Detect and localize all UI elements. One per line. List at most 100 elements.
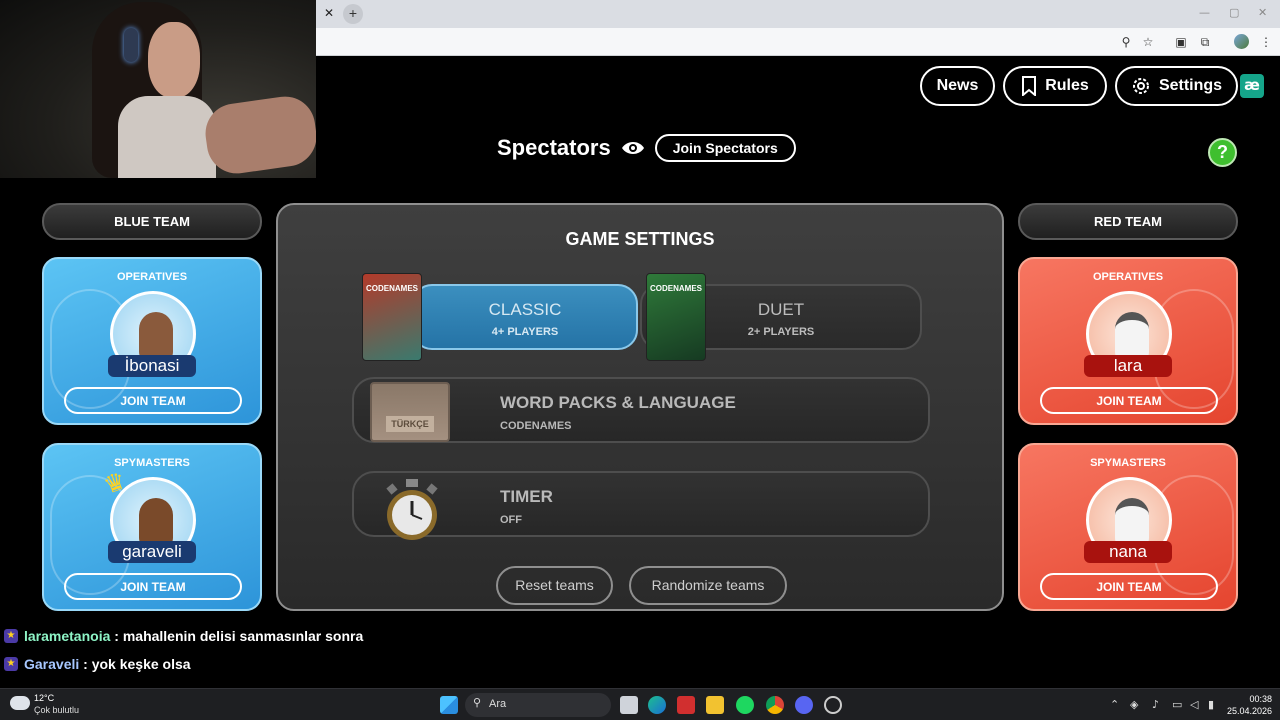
clock-time[interactable]: 00:38 <box>1232 694 1272 704</box>
browser-menu-icon[interactable]: ⋮ <box>1258 34 1274 50</box>
chat-text: mahallenin delisi sanmasınlar sonra <box>122 628 364 644</box>
chat-separator: : <box>110 628 123 644</box>
chat-message: ★ larametanoia : mahallenin delisi sanma… <box>4 627 363 645</box>
red-operatives-card: OPERATIVES lara JOIN TEAM <box>1018 257 1238 425</box>
join-team-button[interactable]: JOIN TEAM <box>64 387 242 414</box>
webcam-person-arm <box>201 92 316 178</box>
card-title: SPYMASTERS <box>114 457 190 469</box>
stopwatch-icon <box>386 479 438 540</box>
site-logo[interactable]: æ <box>1240 74 1264 98</box>
search-placeholder: Ara <box>489 698 507 710</box>
browser-tab-strip <box>316 0 1280 28</box>
chat-text: yok keşke olsa <box>91 656 191 672</box>
webcam-person-body <box>118 96 216 178</box>
extensions-icon[interactable]: ⧉ <box>1197 34 1213 50</box>
mode-players: 4+ PLAYERS <box>491 326 559 338</box>
settings-button[interactable]: Settings <box>1115 66 1238 106</box>
classic-box-art: CODENAMES <box>362 273 422 361</box>
chat-username: Garaveli <box>24 656 80 672</box>
search-icon: ⚲ <box>473 696 482 709</box>
reset-teams-button[interactable]: Reset teams <box>496 566 613 605</box>
app-p-icon[interactable] <box>677 696 695 714</box>
bookmark-icon <box>1022 76 1037 96</box>
eye-icon <box>621 142 644 154</box>
join-team-button[interactable]: JOIN TEAM <box>64 573 242 600</box>
card-title: SPYMASTERS <box>1090 457 1166 469</box>
red-spymasters-card: SPYMASTERS nana JOIN TEAM <box>1018 443 1238 611</box>
microphone-icon[interactable]: ♪ <box>1152 698 1159 711</box>
minimize-icon[interactable]: — <box>1199 6 1210 19</box>
join-team-button[interactable]: JOIN TEAM <box>1040 573 1218 600</box>
webcam-person-face <box>148 22 200 98</box>
help-icon[interactable]: ? <box>1208 138 1237 167</box>
bookmark-star-icon[interactable]: ☆ <box>1140 34 1156 50</box>
game-settings-title: GAME SETTINGS <box>565 229 715 249</box>
chat-separator: : <box>79 656 92 672</box>
edge-browser-icon[interactable] <box>648 696 666 714</box>
file-explorer-icon[interactable] <box>706 696 724 714</box>
chrome-icon[interactable] <box>766 696 784 714</box>
weather-condition: Çok bulutlu <box>34 705 80 715</box>
join-spectators-button[interactable]: Join Spectators <box>654 134 796 162</box>
battery-icon[interactable]: ▮ <box>1208 698 1214 711</box>
mode-name: CLASSIC <box>488 300 562 319</box>
windows-taskbar: 12°C Çok bulutlu ⚲ Ara ⌃ ◈ ♪ ▭ ◁ ▮ 00:38… <box>0 688 1280 720</box>
gear-icon <box>1132 78 1149 94</box>
blue-team-header: BLUE TEAM <box>42 203 262 240</box>
network-icon[interactable]: ▭ <box>1172 698 1182 711</box>
rules-button[interactable]: Rules <box>1003 66 1107 106</box>
spectators-title: Spectators <box>497 135 611 160</box>
zoom-icon[interactable]: ⚲ <box>1118 34 1134 50</box>
player-name: nana <box>1084 541 1172 563</box>
reader-icon[interactable]: ▣ <box>1173 34 1189 50</box>
classic-mode-button[interactable]: CLASSIC 4+ PLAYERS <box>412 284 638 350</box>
chat-username: larametanoia <box>24 628 111 644</box>
news-label: News <box>936 77 979 94</box>
discord-icon[interactable] <box>795 696 813 714</box>
clock-date[interactable]: 25.04.2026 <box>1222 706 1272 716</box>
player-name: lara <box>1084 355 1172 377</box>
window-close-icon[interactable]: ✕ <box>1258 6 1267 19</box>
spotify-icon[interactable] <box>736 696 754 714</box>
timer-value: OFF <box>500 514 522 526</box>
randomize-teams-button[interactable]: Randomize teams <box>629 566 787 605</box>
duet-box-art: CODENAMES <box>646 273 706 361</box>
red-team-header: RED TEAM <box>1018 203 1238 240</box>
weather-temperature: 12°C <box>34 693 55 703</box>
language-box-label: TÜRKÇE <box>386 416 434 432</box>
steam-icon[interactable]: ◈ <box>1130 698 1138 711</box>
box-title: CODENAMES <box>365 284 418 293</box>
tab-close-icon[interactable]: ✕ <box>320 4 338 22</box>
player-name: garaveli <box>108 541 196 563</box>
timer-button[interactable]: TIMER OFF <box>352 471 930 540</box>
game-settings-panel: GAME SETTINGS CLASSIC 4+ PLAYERS CODENAM… <box>276 203 1004 611</box>
windows-start-icon[interactable] <box>440 696 458 714</box>
word-packs-button[interactable]: TÜRKÇE WORD PACKS & LANGUAGE CODENAMES <box>352 377 930 443</box>
taskbar-search[interactable]: ⚲ Ara <box>465 693 611 717</box>
blue-spymasters-card: SPYMASTERS ♛ garaveli JOIN TEAM <box>42 443 262 611</box>
language-box-icon: TÜRKÇE <box>370 382 450 442</box>
timer-title: TIMER <box>500 487 553 506</box>
word-packs-title: WORD PACKS & LANGUAGE <box>500 393 736 412</box>
profile-avatar-icon[interactable] <box>1234 34 1249 49</box>
task-view-icon[interactable] <box>620 696 638 714</box>
chat-message: ★ Garaveli : yok keşke olsa <box>4 655 191 673</box>
spectators-bar: Spectators Join Spectators <box>497 134 796 162</box>
new-tab-button[interactable]: + <box>343 4 363 24</box>
card-title: OPERATIVES <box>1092 271 1164 283</box>
blue-operatives-card: OPERATIVES İbonasi JOIN TEAM <box>42 257 262 425</box>
news-button[interactable]: News <box>920 66 995 106</box>
box-title: CODENAMES <box>649 284 702 293</box>
join-team-button[interactable]: JOIN TEAM <box>1040 387 1218 414</box>
app-circle-icon[interactable] <box>824 696 842 714</box>
chevron-up-icon[interactable]: ⌃ <box>1110 698 1119 711</box>
word-packs-value: CODENAMES <box>500 420 572 432</box>
player-name: İbonasi <box>108 355 196 377</box>
headphones-icon <box>124 28 138 62</box>
rules-label: Rules <box>1045 77 1089 94</box>
browser-address-bar <box>316 28 1280 56</box>
cloud-icon <box>10 696 30 710</box>
maximize-icon[interactable]: ▢ <box>1229 6 1239 19</box>
volume-icon[interactable]: ◁ <box>1190 698 1198 711</box>
chat-badge-icon: ★ <box>4 657 18 671</box>
